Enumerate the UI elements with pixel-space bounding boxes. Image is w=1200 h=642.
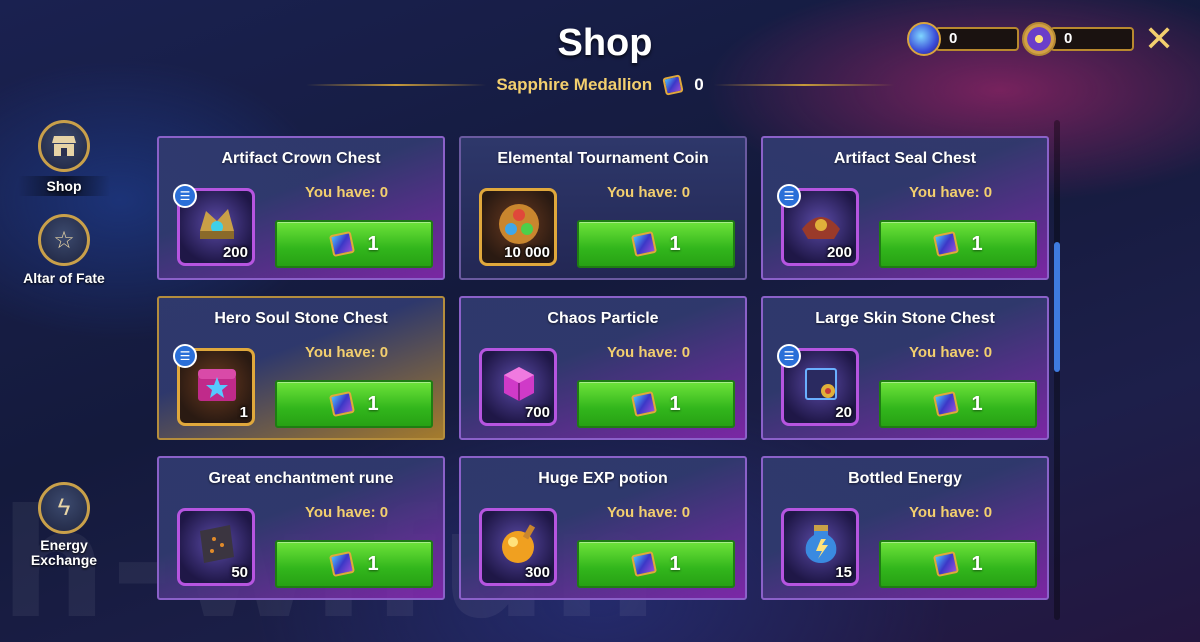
item-price: 1 — [971, 552, 983, 575]
shop-item-card[interactable]: Great enchantment rune You have: 0 50 1 — [157, 456, 445, 600]
buy-button[interactable]: 1 — [275, 540, 433, 588]
item-name: Great enchantment rune — [208, 470, 394, 487]
item-icon[interactable]: 10 000 — [479, 188, 557, 266]
item-name: Elemental Tournament Coin — [497, 150, 709, 167]
item-quantity: 10 000 — [504, 244, 550, 261]
scrollbar-thumb[interactable] — [1054, 242, 1060, 372]
currency-name: Sapphire Medallion — [496, 75, 653, 94]
sapphire-medallion-icon — [329, 231, 355, 257]
shop-item-card[interactable]: Artifact Seal Chest You have: 0 200 ☰ 1 — [761, 136, 1049, 280]
item-icon[interactable]: 15 — [781, 508, 859, 586]
item-owned-count: You have: 0 — [607, 344, 691, 361]
buy-button[interactable]: 1 — [577, 220, 735, 268]
item-owned-count: You have: 0 — [909, 344, 993, 361]
buy-button[interactable]: 1 — [879, 220, 1037, 268]
sapphire-medallion-icon — [933, 391, 959, 417]
item-name: Artifact Crown Chest — [221, 150, 381, 167]
info-list-icon[interactable]: ☰ — [777, 184, 801, 208]
close-icon: ✕ — [1144, 18, 1175, 59]
item-owned-count: You have: 0 — [305, 504, 389, 521]
divider-left — [306, 84, 487, 86]
item-name: Huge EXP potion — [538, 470, 668, 487]
shop-grid: Artifact Crown Chest You have: 0 200 ☰ 1 Elem… — [157, 136, 1050, 626]
sapphire-medallion-icon — [631, 231, 657, 257]
item-price: 1 — [367, 392, 379, 415]
item-icon[interactable]: 300 — [479, 508, 557, 586]
buy-button[interactable]: 1 — [577, 380, 735, 428]
item-name: Bottled Energy — [848, 470, 962, 487]
item-price: 1 — [669, 232, 681, 255]
sidebar-item-energy-exchange[interactable]: ϟ Energy Exchange — [18, 482, 110, 568]
sidebar-item-label: Energy Exchange — [30, 537, 98, 568]
currency-count: 0 — [694, 75, 704, 94]
item-price: 1 — [367, 552, 379, 575]
item-name: Chaos Particle — [547, 310, 659, 327]
resource-energy-value: 0 — [935, 27, 1019, 51]
buy-button[interactable]: 1 — [879, 380, 1037, 428]
item-price: 1 — [971, 392, 983, 415]
close-button[interactable]: ✕ — [1144, 21, 1174, 57]
item-icon[interactable]: 50 — [177, 508, 255, 586]
item-quantity: 20 — [835, 404, 852, 421]
scrollbar[interactable] — [1054, 120, 1060, 620]
shop-item-card[interactable]: Artifact Crown Chest You have: 0 200 ☰ 1 — [157, 136, 445, 280]
currency-display: Sapphire Medallion 0 — [0, 74, 1200, 96]
item-price: 1 — [669, 392, 681, 415]
item-owned-count: You have: 0 — [305, 344, 389, 361]
sidebar-item-label: Shop — [18, 176, 110, 196]
sapphire-medallion-icon — [631, 551, 657, 577]
item-quantity: 200 — [826, 244, 852, 261]
energy-gem-icon — [907, 22, 941, 56]
sapphire-medallion-icon — [329, 551, 355, 577]
shop-item-card[interactable]: Hero Soul Stone Chest You have: 0 1 ☰ 1 — [157, 296, 445, 440]
item-owned-count: You have: 0 — [607, 184, 691, 201]
sapphire-medallion-icon — [933, 551, 959, 577]
item-quantity: 1 — [239, 404, 248, 421]
resource-energy[interactable]: 0 — [907, 22, 1019, 56]
buy-button[interactable]: 1 — [275, 220, 433, 268]
lightning-icon: ϟ — [38, 482, 90, 534]
item-price: 1 — [367, 232, 379, 255]
item-price: 1 — [669, 552, 681, 575]
sidebar-item-label: Altar of Fate — [23, 270, 105, 286]
shop-icon — [38, 120, 90, 172]
buy-button[interactable]: 1 — [577, 540, 735, 588]
sapphire-medallion-icon — [329, 391, 355, 417]
resource-emblem[interactable]: 0 — [1022, 22, 1134, 56]
shop-item-card[interactable]: Large Skin Stone Chest You have: 0 20 ☰ 1 — [761, 296, 1049, 440]
shop-item-card[interactable]: Huge EXP potion You have: 0 300 1 — [459, 456, 747, 600]
star-icon: ☆ — [38, 214, 90, 266]
item-owned-count: You have: 0 — [305, 184, 389, 201]
shop-item-card[interactable]: Elemental Tournament Coin You have: 0 10 0… — [459, 136, 747, 280]
item-name: Hero Soul Stone Chest — [214, 310, 388, 327]
item-owned-count: You have: 0 — [607, 504, 691, 521]
item-price: 1 — [971, 232, 983, 255]
divider-right — [713, 84, 894, 86]
info-list-icon[interactable]: ☰ — [173, 184, 197, 208]
sidebar-item-shop[interactable]: Shop — [18, 120, 110, 196]
item-name: Large Skin Stone Chest — [815, 310, 995, 327]
item-quantity: 200 — [222, 244, 248, 261]
item-name: Artifact Seal Chest — [833, 150, 977, 167]
buy-button[interactable]: 1 — [879, 540, 1037, 588]
item-quantity: 300 — [524, 564, 550, 581]
sapphire-medallion-icon — [662, 74, 684, 96]
item-icon[interactable]: 700 — [479, 348, 557, 426]
buy-button[interactable]: 1 — [275, 380, 433, 428]
sapphire-medallion-icon — [631, 391, 657, 417]
item-owned-count: You have: 0 — [909, 184, 993, 201]
item-quantity: 50 — [231, 564, 248, 581]
sapphire-medallion-icon — [933, 231, 959, 257]
sidebar-item-altar-of-fate[interactable]: ☆ Altar of Fate — [18, 214, 110, 286]
shop-item-card[interactable]: Bottled Energy You have: 0 15 1 — [761, 456, 1049, 600]
info-list-icon[interactable]: ☰ — [777, 344, 801, 368]
item-owned-count: You have: 0 — [909, 504, 993, 521]
info-list-icon[interactable]: ☰ — [173, 344, 197, 368]
emblem-icon — [1022, 22, 1056, 56]
item-quantity: 700 — [524, 404, 550, 421]
item-quantity: 15 — [835, 564, 852, 581]
page-title: Shop — [557, 22, 653, 64]
resource-emblem-value: 0 — [1050, 27, 1134, 51]
shop-item-card[interactable]: Chaos Particle You have: 0 700 1 — [459, 296, 747, 440]
